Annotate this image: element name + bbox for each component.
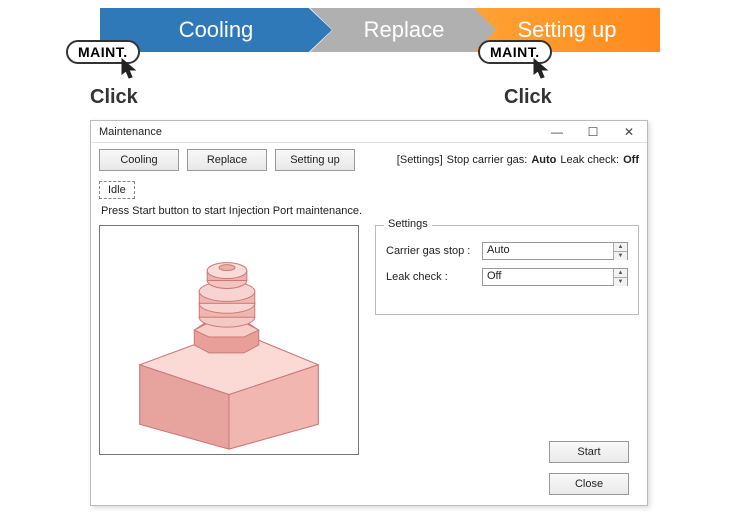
carrier-gas-stop-label: Carrier gas stop : xyxy=(386,245,476,257)
click-label: Click xyxy=(90,86,138,109)
start-button[interactable]: Start xyxy=(549,441,629,463)
preview-pane xyxy=(99,225,359,455)
status-carrier-label: Stop carrier gas: xyxy=(447,154,528,166)
status-leak-value: Off xyxy=(623,154,639,166)
settings-legend: Settings xyxy=(384,218,432,230)
click-label: Click xyxy=(504,86,552,109)
chevron-down-icon[interactable]: ▼ xyxy=(614,252,627,260)
leak-check-spinner[interactable]: ▲ ▼ xyxy=(613,269,627,285)
dialog-titlebar: Maintenance — ☐ ✕ xyxy=(91,121,647,143)
carrier-gas-stop-field[interactable]: Auto ▲ ▼ xyxy=(482,242,628,260)
chevron-up-icon[interactable]: ▲ xyxy=(614,269,627,278)
replace-button[interactable]: Replace xyxy=(187,149,267,171)
status-leak-label: Leak check: xyxy=(560,154,619,166)
settings-group: Settings Carrier gas stop : Auto ▲ ▼ Le xyxy=(375,225,639,315)
dialog-toolbar: Cooling Replace Setting up [Settings] St… xyxy=(91,143,647,177)
carrier-gas-stop-value: Auto xyxy=(483,243,613,259)
maintenance-dialog: Maintenance — ☐ ✕ Cooling Replace Settin… xyxy=(90,120,648,506)
chevron-down-icon[interactable]: ▼ xyxy=(614,278,627,286)
minimize-button[interactable]: — xyxy=(539,121,575,143)
instruction-text: Press Start button to start Injection Po… xyxy=(101,205,639,217)
injection-port-icon xyxy=(100,226,358,454)
status-carrier-value: Auto xyxy=(531,154,556,166)
carrier-gas-stop-spinner[interactable]: ▲ ▼ xyxy=(613,243,627,259)
leak-check-value: Off xyxy=(483,269,613,285)
chevron-up-icon[interactable]: ▲ xyxy=(614,243,627,252)
toolbar-status: [Settings] Stop carrier gas: Auto Leak c… xyxy=(397,154,639,166)
leak-check-label: Leak check : xyxy=(386,271,476,283)
cooling-button[interactable]: Cooling xyxy=(99,149,179,171)
maximize-button[interactable]: ☐ xyxy=(575,121,611,143)
close-button[interactable]: Close xyxy=(549,473,629,495)
dialog-title: Maintenance xyxy=(99,126,162,138)
close-window-button[interactable]: ✕ xyxy=(611,121,647,143)
step-breadcrumb: Cooling Replace Setting up xyxy=(100,8,660,52)
status-settings-label: [Settings] xyxy=(397,154,443,166)
idle-tab[interactable]: Idle xyxy=(99,181,135,199)
leak-check-field[interactable]: Off ▲ ▼ xyxy=(482,268,628,286)
step-replace: Replace xyxy=(310,8,498,52)
setting-up-button[interactable]: Setting up xyxy=(275,149,355,171)
